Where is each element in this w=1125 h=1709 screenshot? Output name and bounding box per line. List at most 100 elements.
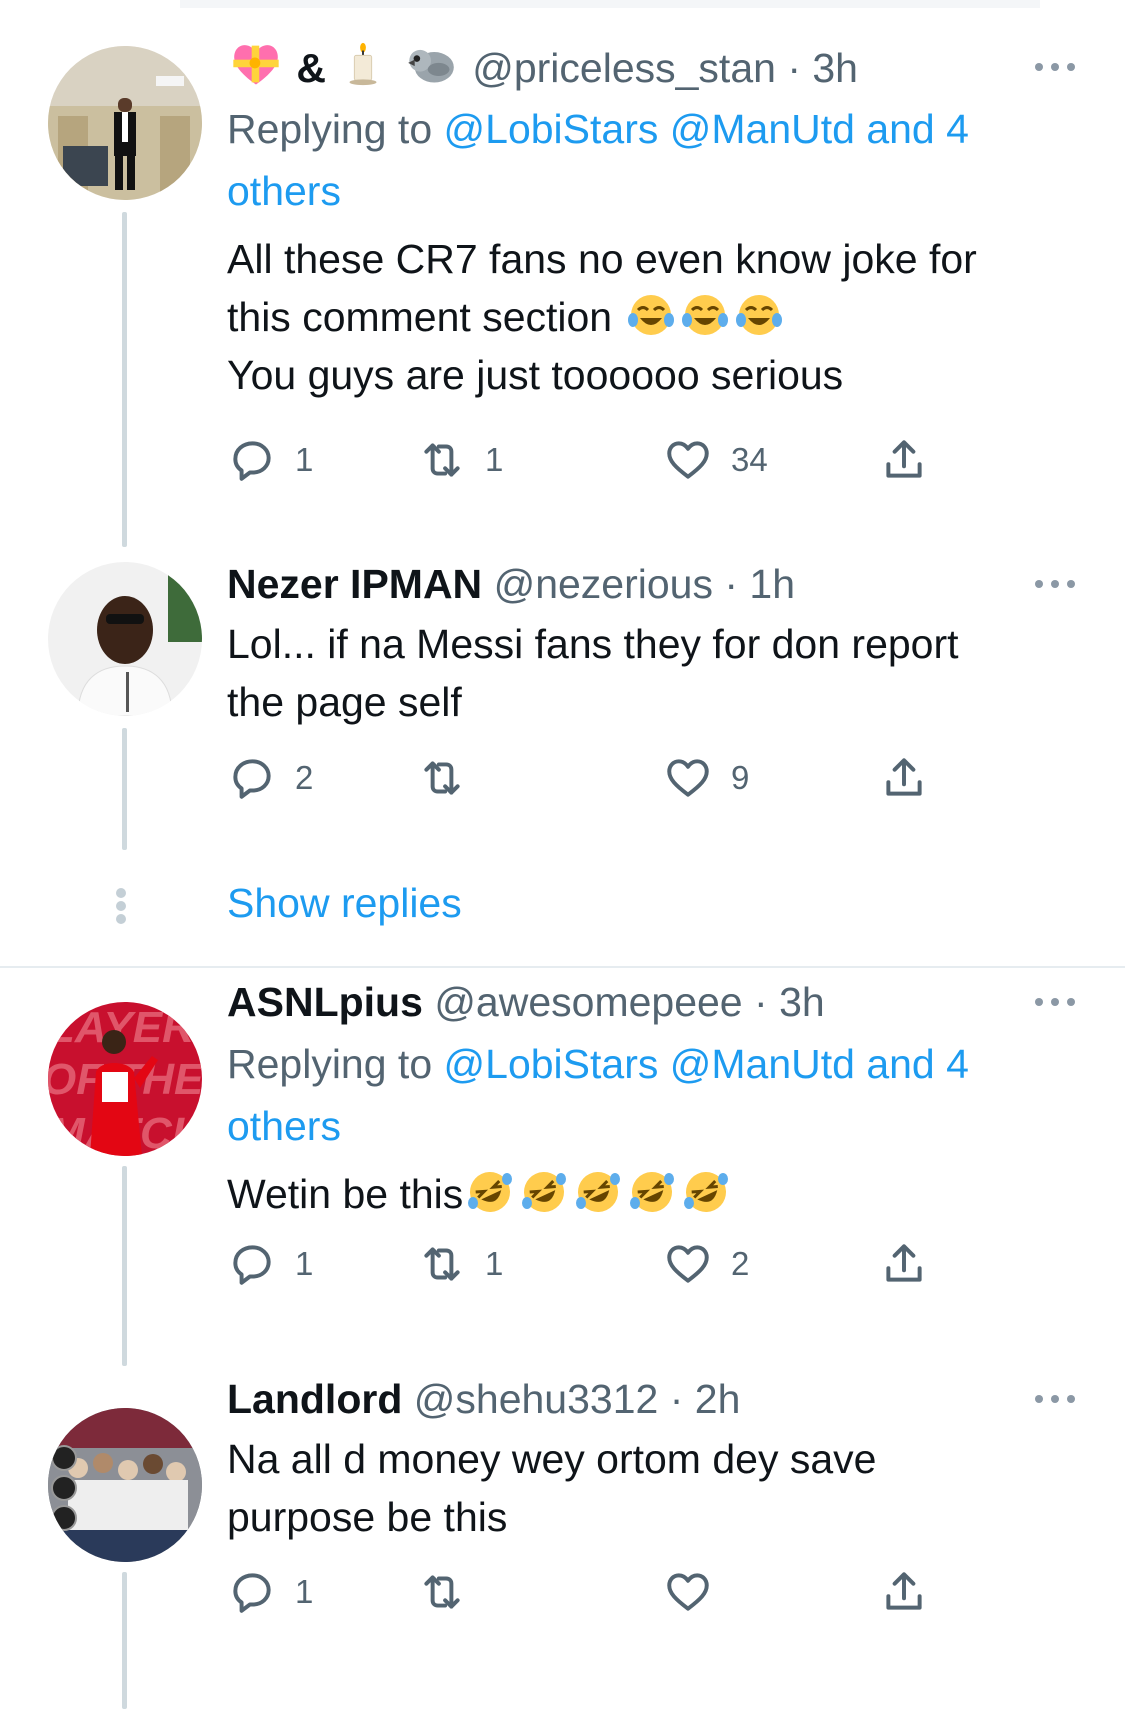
tweet-text-line: Wetin be this [227,1165,1075,1223]
user-handle[interactable]: @priceless_stan [472,45,776,91]
avatar[interactable] [48,1408,202,1562]
tweet-text-line: purpose be this [227,1494,508,1540]
reply-count: 2 [295,759,314,796]
tweet-actions: 1 1 34 [227,432,967,488]
thread-line [122,1166,127,1366]
joy-icon [678,294,732,340]
replying-to-links[interactable]: @LobiStars @ManUtd and 4 [444,106,969,152]
retweet-icon [424,1247,460,1281]
heart-icon [667,1573,709,1611]
avatar[interactable] [48,562,202,716]
display-name[interactable]: Nezer IPMAN [227,561,482,607]
user-handle[interactable]: @nezerious [494,561,713,607]
tweet-header: & @priceless_stan · 3h [227,36,1075,98]
candle-icon [337,42,400,91]
display-name[interactable]: Landlord [227,1376,402,1422]
tweet-header: ASNLpius @awesomepeee · 3h [227,971,1075,1033]
rofl-icon [625,1171,679,1217]
more-options-icon[interactable] [1035,995,1075,1009]
timestamp[interactable]: 2h [695,1376,741,1422]
share-icon [886,1572,922,1610]
tweet-text-line: All these CR7 fans no even know joke for [227,236,977,282]
share-button[interactable] [879,1564,929,1620]
tweet-text-line: You guys are just toooooo serious [227,352,844,398]
tweet-text: Lol... if na Messi fans they for don rep… [227,615,1075,731]
user-handle[interactable]: @awesomepeee [434,979,742,1025]
display-name[interactable]: ASNLpius [227,979,423,1025]
separator-dot: · [775,45,813,91]
rofl-icon [679,1171,733,1217]
reply-button[interactable]: 1 [227,1564,313,1620]
tweet-text-line: Lol... if na Messi fans they for don rep… [227,621,959,667]
like-button[interactable]: 34 [663,432,768,488]
replying-to-prefix: Replying to [227,1041,433,1087]
joy-icon [624,294,678,340]
like-count: 34 [731,441,768,478]
tweet-actions: 1 1 2 [227,1236,967,1292]
retweet-button[interactable] [417,750,485,806]
user-handle[interactable]: @shehu3312 [414,1376,659,1422]
tweet-text-line: this comment section [227,288,1075,346]
thread-line [122,728,127,850]
tweet[interactable]: LAYER OF THE MATCH ASNLpius @awesomepeee… [0,968,1125,1368]
share-button[interactable] [879,432,929,488]
more-options-icon[interactable] [1035,60,1075,74]
sparkling-heart-gift-icon [227,45,296,91]
reply-icon [233,441,271,481]
timestamp[interactable]: 3h [812,45,858,91]
timestamp[interactable]: 1h [749,561,795,607]
replying-to: Replying to @LobiStars @ManUtd and 4 oth… [227,1033,1075,1157]
tweet[interactable]: & @priceless_stan · 3h Replying to @Lobi… [0,0,1125,550]
reply-count: 1 [295,441,314,478]
more-options-icon[interactable] [1035,577,1075,591]
tweet[interactable]: Nezer IPMAN @nezerious · 1h Lol... if na… [0,550,1125,860]
thread-line [122,212,127,547]
retweet-icon [424,1575,460,1609]
replying-to-others[interactable]: others [227,168,341,214]
share-button[interactable] [879,1236,929,1292]
tweet-actions: 1 [227,1564,967,1620]
retweet-button[interactable]: 1 [417,432,503,488]
heart-icon [667,759,709,797]
more-options-icon[interactable] [1035,1392,1075,1406]
like-count: 9 [731,759,750,796]
reply-count: 1 [295,1245,314,1282]
ampersand: & [296,45,327,91]
retweet-button[interactable] [417,1564,485,1620]
like-count: 2 [731,1245,750,1282]
joy-icon [732,294,786,340]
avatar[interactable] [48,46,202,200]
reply-button[interactable]: 2 [227,750,313,806]
rofl-icon [571,1171,625,1217]
reply-icon [233,1573,271,1613]
reply-count: 1 [295,1573,314,1610]
rofl-icon [463,1171,517,1217]
retweet-count: 1 [485,441,504,478]
thread-gap-dots [116,888,128,924]
tweet-text: Wetin be this [227,1165,1075,1223]
retweet-icon [424,761,460,795]
heart-icon [667,441,709,479]
avatar[interactable]: LAYER OF THE MATCH [48,1002,202,1156]
replying-to: Replying to @LobiStars @ManUtd and 4 oth… [227,98,1075,222]
reply-button[interactable]: 1 [227,432,313,488]
like-button[interactable] [663,1564,731,1620]
share-button[interactable] [879,750,929,806]
tweet-header: Landlord @shehu3312 · 2h [227,1368,1075,1430]
separator-dot: · [742,979,780,1025]
tweet-text: Na all d money wey ortom dey save purpos… [227,1430,1075,1546]
reply-icon [233,1245,271,1285]
retweet-button[interactable]: 1 [417,1236,503,1292]
tweet-text-segment: Wetin be this [227,1171,464,1217]
rofl-icon [517,1171,571,1217]
like-button[interactable]: 2 [663,1236,749,1292]
like-button[interactable]: 9 [663,750,749,806]
timestamp[interactable]: 3h [779,979,825,1025]
replying-to-links[interactable]: @LobiStars @ManUtd and 4 [444,1041,969,1087]
thread-line [122,1572,127,1709]
reply-button[interactable]: 1 [227,1236,313,1292]
tweet-text-segment: this comment section [227,294,613,340]
replying-to-others[interactable]: others [227,1103,341,1149]
show-replies-link[interactable]: Show replies [227,880,462,927]
tweet[interactable]: Landlord @shehu3312 · 2h Na all d money … [0,1368,1125,1709]
